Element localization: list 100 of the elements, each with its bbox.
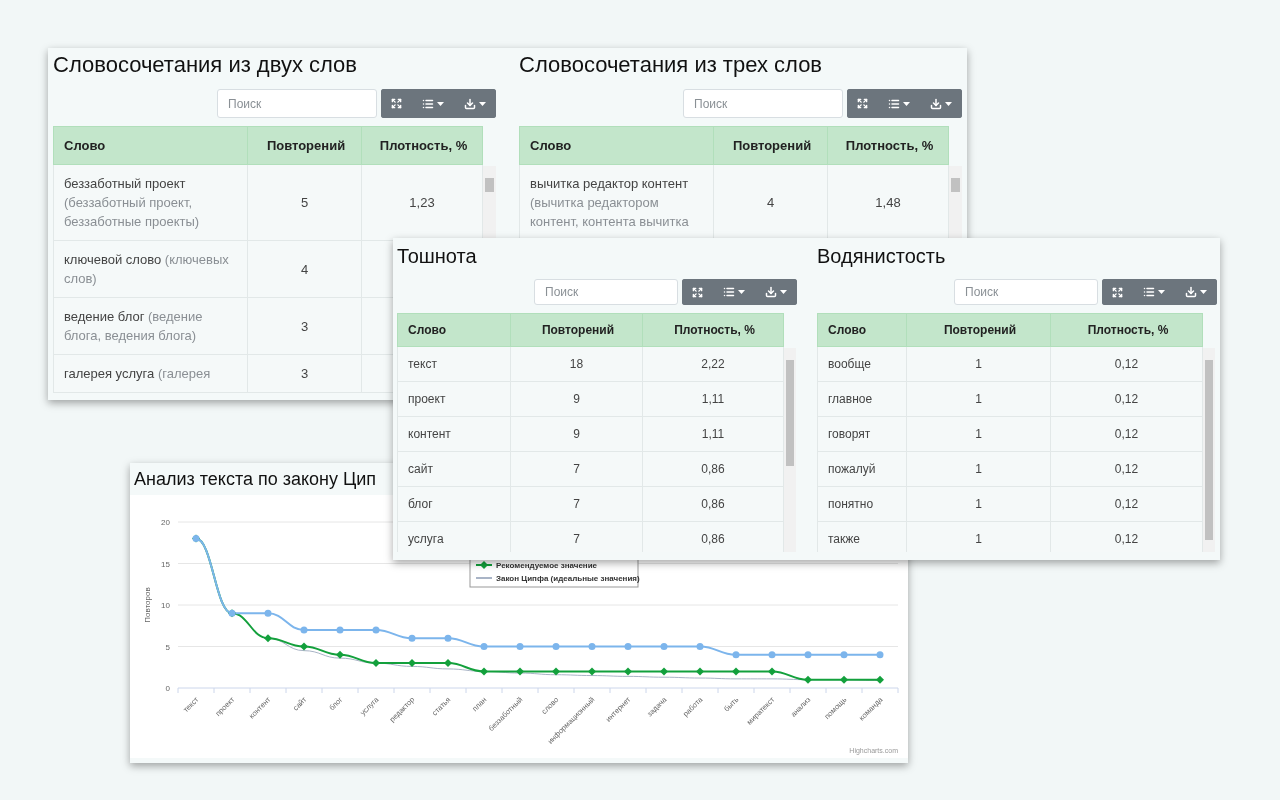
data-point [660,667,668,676]
axis-label: 15 [161,559,170,569]
expand-icon [692,286,703,298]
axis-label: 0 [165,684,170,693]
data-point [660,643,668,650]
list-icon [422,97,434,110]
table-cell: 1 [907,452,1051,487]
table-cell: вычитка редактор контент (вычитка редактором контент, контента вычитка [519,165,714,241]
data-point [264,634,272,643]
search-field[interactable]: Поиск [683,89,843,118]
column-header[interactable]: Слово [397,313,511,347]
data-point [264,609,272,617]
data-point [624,643,632,650]
table-cell: 0,12 [1051,452,1203,487]
axis-label: 5 [165,642,170,652]
axis-label: 20 [161,518,170,527]
data-point [228,609,236,617]
legend-item[interactable]: Рекомендуемое значение [496,561,598,570]
table-cell: 0,86 [643,452,784,487]
axis-label: 10 [161,601,170,610]
column-header[interactable]: Слово [519,126,714,165]
data-point [300,642,308,651]
search-field[interactable]: Поиск [534,279,678,305]
expand-icon [857,98,868,109]
data-point [372,626,380,634]
table-cell: вообще [817,347,907,382]
table-cell: беззаботный проект (беззаботный проект, беззаботные проекты) [53,165,248,241]
table-cell: 0,12 [1051,347,1203,382]
data-point [336,650,344,659]
search-field[interactable]: Поиск [217,89,377,118]
table-cell: 9 [511,417,643,452]
download-icon [765,286,777,298]
caret-icon [903,101,910,106]
table-cell: 4 [248,241,362,298]
table-cell: 9 [511,382,643,417]
table-cell: 1 [907,417,1051,452]
panel-title: Водянистость [817,244,946,269]
data-point [336,626,344,634]
column-header[interactable]: Повторений [248,126,362,165]
data-point [516,667,524,676]
table-cell: 0,86 [643,487,784,522]
column-header[interactable]: Плотность, % [362,126,483,165]
table-cell: 0,12 [1051,487,1203,522]
expand-icon [391,98,402,109]
table-cell: 1,11 [643,417,784,452]
panel-title: Словосочетания из трех слов [519,51,823,79]
table-cell: говорят [817,417,907,452]
column-header[interactable]: Повторений [907,313,1051,347]
table-cell: 3 [248,355,362,393]
table-cell: блог [397,487,511,522]
table-cell: 1,11 [643,382,784,417]
data-point [552,667,560,676]
scrollbar[interactable] [784,348,796,552]
table-cell: 1 [907,347,1051,382]
table-cell: 1,23 [362,165,483,241]
column-header[interactable]: Слово [53,126,248,165]
column-header[interactable]: Плотность, % [1051,313,1203,347]
scrollbar[interactable] [483,166,496,238]
data-point [696,643,704,650]
data-point [624,667,632,676]
caret-icon [945,101,952,106]
table-cell: 0,12 [1051,382,1203,417]
panel-title: Словосочетания из двух слов [53,51,358,79]
search-field[interactable]: Поиск [954,279,1098,305]
data-point [408,634,416,642]
data-point [480,643,488,650]
table-cell: 18 [511,347,643,382]
caret-icon [1158,290,1165,294]
table-cell: пожалуй [817,452,907,487]
data-point [732,667,740,676]
table-cell: главное [817,382,907,417]
table-cell: 0,12 [1051,417,1203,452]
column-header[interactable]: Плотность, % [643,313,784,347]
data-point [768,667,776,676]
caret-icon [738,290,745,294]
axis-title: Повторов [143,587,152,623]
expand-icon [1112,286,1123,298]
scrollbar[interactable] [1203,348,1215,552]
column-header[interactable]: Повторений [511,313,643,347]
caret-icon [1200,290,1207,294]
data-point [516,643,524,650]
column-header[interactable]: Слово [817,313,907,347]
download-icon [1185,286,1197,298]
data-point [372,659,380,668]
legend-item[interactable]: Закон Ципфа (идеальные значения) [496,574,640,583]
list-icon [723,286,735,298]
table-cell: сайт [397,452,511,487]
scrollbar[interactable] [949,166,962,238]
table-cell: 2,22 [643,347,784,382]
data-point [552,643,560,650]
data-point [480,667,488,676]
download-icon [930,97,942,110]
chart-title: Анализ текста по закону Цип [133,468,377,491]
column-header[interactable]: Повторений [714,126,828,165]
panel-title: Тошнота [397,244,477,269]
data-point [588,643,596,650]
caret-icon [479,101,486,106]
caret-icon [437,101,444,106]
column-header[interactable]: Плотность, % [828,126,949,165]
data-point [300,626,308,634]
